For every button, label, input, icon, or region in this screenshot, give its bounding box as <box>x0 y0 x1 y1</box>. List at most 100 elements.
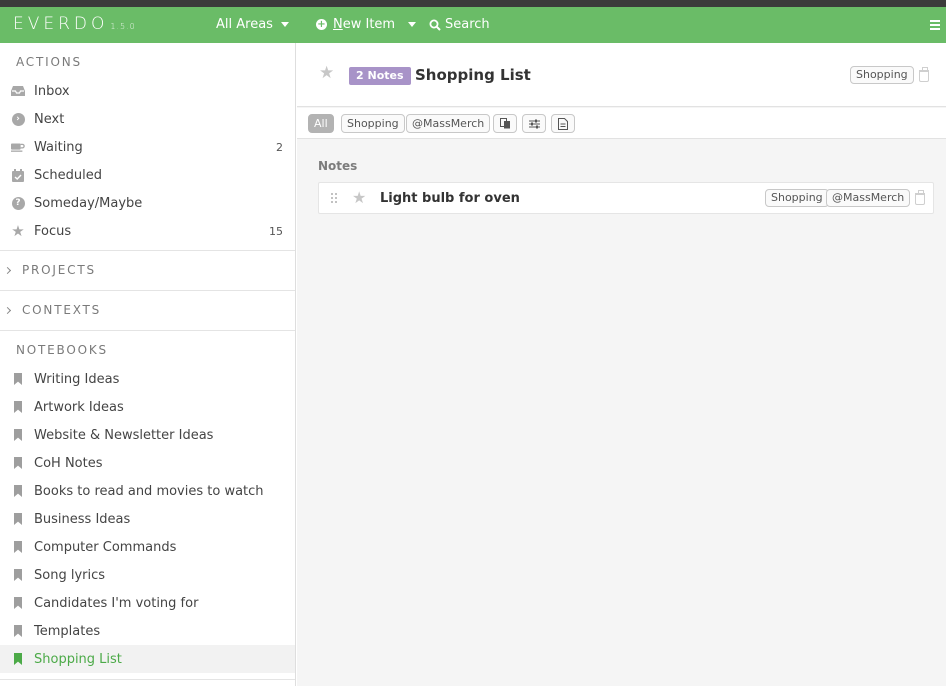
sidebar-item-label: Shopping List <box>34 651 122 667</box>
sidebar-item-label: Computer Commands <box>34 539 177 555</box>
chevron-right-icon <box>3 306 12 315</box>
copy-icon[interactable] <box>493 114 517 133</box>
notebook-header: ★ 2 Notes Shopping List Shopping <box>297 43 946 107</box>
sidebar-item-label: Next <box>34 111 65 127</box>
sidebar-item-notebook[interactable]: Song lyrics <box>0 561 295 589</box>
actions-header: ACTIONS <box>16 55 82 69</box>
header-tag-shopping[interactable]: Shopping <box>850 66 914 84</box>
list-item[interactable]: ★ Light bulb for oven Shopping @MassMerc… <box>318 182 934 214</box>
document-icon[interactable] <box>551 114 575 133</box>
sidebar-item-someday-maybe[interactable]: ? Someday/Maybe <box>0 189 295 217</box>
sidebar-item-notebook[interactable]: Writing Ideas <box>0 365 295 393</box>
sidebar-item-focus[interactable]: ★ Focus 15 <box>0 217 295 245</box>
sidebar-item-notebook[interactable]: Templates <box>0 617 295 645</box>
sidebar-item-label: Artwork Ideas <box>34 399 124 415</box>
divider <box>0 290 295 291</box>
note-tag-massmerch[interactable]: @MassMerch <box>826 189 911 207</box>
sidebar-item-label: Someday/Maybe <box>34 195 143 211</box>
sidebar-item-label: Writing Ideas <box>34 371 120 387</box>
sidebar-item-label: CoH Notes <box>34 455 103 471</box>
bookmark-icon <box>11 624 25 638</box>
calendar-check-icon <box>11 168 25 182</box>
filter-bar: All Shopping @MassMerch <box>297 108 946 139</box>
sidebar-item-waiting[interactable]: Waiting 2 <box>0 133 295 161</box>
sidebar-item-shopping-list[interactable]: Shopping List <box>0 645 295 673</box>
sidebar-item-count: 15 <box>269 224 283 238</box>
sidebar-item-label: Website & Newsletter Ideas <box>34 427 214 443</box>
app-logo: EVERDO 1.5.0 <box>13 14 136 34</box>
question-circle-icon: ? <box>11 196 25 210</box>
notebooks-header: NOTEBOOKS <box>16 343 108 357</box>
sliders-icon[interactable] <box>522 114 546 133</box>
inbox-icon <box>11 84 25 98</box>
projects-header: PROJECTS <box>22 263 96 277</box>
sidebar-item-notebook[interactable]: Books to read and movies to watch <box>0 477 295 505</box>
bookmark-icon <box>11 400 25 414</box>
chevron-right-icon <box>3 266 12 275</box>
sidebar-item-notebook[interactable]: Business Ideas <box>0 505 295 533</box>
areas-dropdown[interactable]: All Areas <box>216 17 289 32</box>
divider <box>0 250 295 251</box>
sidebar-item-label: Song lyrics <box>34 567 106 583</box>
window-titlebar <box>0 0 946 7</box>
star-icon[interactable]: ★ <box>319 63 334 83</box>
sidebar-item-label: Templates <box>34 623 101 639</box>
bookmark-icon <box>11 428 25 442</box>
top-bar: EVERDO 1.5.0 All Areas + New Item Search <box>0 7 946 43</box>
sidebar-item-scheduled[interactable]: Scheduled <box>0 161 295 189</box>
trash-icon[interactable] <box>919 67 929 82</box>
filter-shopping-button[interactable]: Shopping <box>341 114 405 133</box>
filter-massmerch-button[interactable]: @MassMerch <box>406 114 491 133</box>
sidebar-item-notebook[interactable]: Computer Commands <box>0 533 295 561</box>
divider <box>0 330 295 331</box>
trash-icon[interactable] <box>915 190 925 205</box>
caret-down-icon <box>280 22 289 27</box>
sidebar-item-notebook[interactable]: Website & Newsletter Ideas <box>0 421 295 449</box>
notes-section-label: Notes <box>318 159 358 173</box>
sidebar-item-label: Inbox <box>34 83 70 99</box>
search-icon <box>429 19 441 31</box>
main-panel: ★ 2 Notes Shopping List Shopping All Sho… <box>297 43 946 686</box>
sidebar-item-count: 2 <box>276 140 283 154</box>
next-arrow-icon: › <box>11 112 25 126</box>
caret-down-icon[interactable] <box>408 22 417 27</box>
drag-handle-icon[interactable] <box>330 192 337 205</box>
note-tag-shopping[interactable]: Shopping <box>765 189 829 207</box>
contexts-section-toggle[interactable]: CONTEXTS <box>3 303 102 317</box>
sidebar-item-notebook[interactable]: CoH Notes <box>0 449 295 477</box>
coffee-cup-icon <box>11 140 25 154</box>
sidebar-item-notebook[interactable]: Artwork Ideas <box>0 393 295 421</box>
search-button[interactable]: Search <box>429 17 490 32</box>
bookmark-icon <box>11 456 25 470</box>
bookmark-icon <box>11 484 25 498</box>
plus-circle-icon: + <box>316 19 327 30</box>
sidebar-item-label: Books to read and movies to watch <box>34 483 264 499</box>
new-item-button[interactable]: + New Item <box>316 17 417 32</box>
new-item-label: New Item <box>333 17 396 32</box>
bookmark-icon <box>11 512 25 526</box>
sidebar-item-next[interactable]: › Next <box>0 105 295 133</box>
menu-icon[interactable] <box>930 20 940 30</box>
sidebar-item-label: Candidates I'm voting for <box>34 595 199 611</box>
bookmark-icon <box>11 652 25 666</box>
bookmark-icon <box>11 540 25 554</box>
projects-section-toggle[interactable]: PROJECTS <box>3 263 96 277</box>
sidebar-item-label: Business Ideas <box>34 511 131 527</box>
sidebar-item-notebook[interactable]: Candidates I'm voting for <box>0 589 295 617</box>
bookmark-icon <box>11 596 25 610</box>
star-icon[interactable]: ★ <box>352 188 366 207</box>
bookmark-icon <box>11 372 25 386</box>
bookmark-icon <box>11 568 25 582</box>
star-icon: ★ <box>11 222 25 240</box>
note-title[interactable]: Light bulb for oven <box>380 191 520 206</box>
sidebar: ACTIONS Inbox › Next Waiting 2 Scheduled… <box>0 43 296 686</box>
sidebar-item-label: Focus <box>34 223 72 239</box>
notes-count-badge: 2 Notes <box>349 67 411 85</box>
sidebar-item-label: Scheduled <box>34 167 102 183</box>
page-title: Shopping List <box>415 66 531 84</box>
filter-all-button[interactable]: All <box>308 114 334 133</box>
contexts-header: CONTEXTS <box>22 303 102 317</box>
sidebar-item-inbox[interactable]: Inbox <box>0 77 295 105</box>
sidebar-item-label: Waiting <box>34 139 83 155</box>
search-label: Search <box>445 17 490 32</box>
